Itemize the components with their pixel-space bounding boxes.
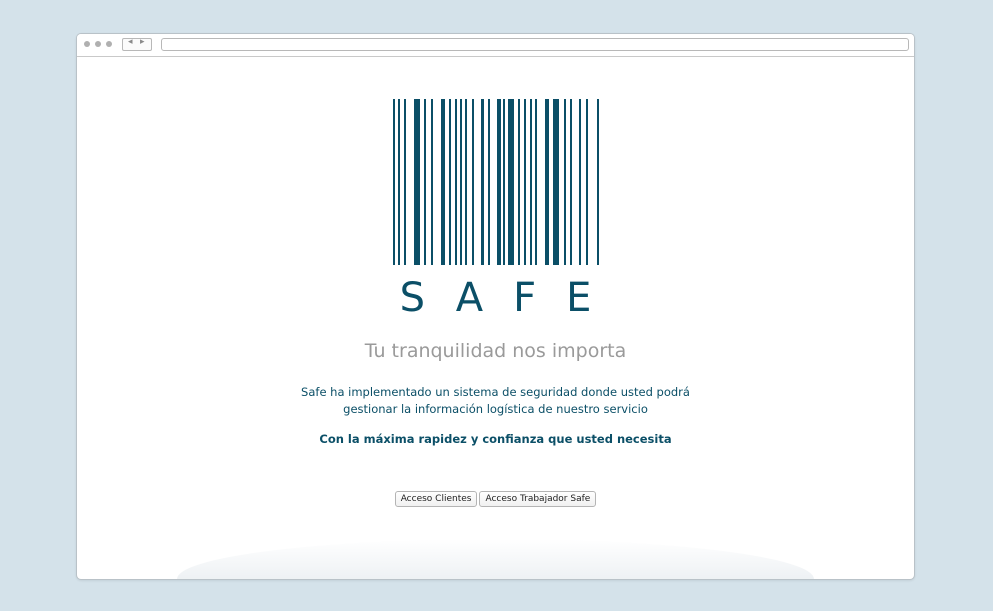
barcode-bar xyxy=(508,99,514,265)
barcode-bar xyxy=(414,99,420,265)
barcode-bar xyxy=(393,99,395,265)
barcode-bar xyxy=(441,99,445,265)
barcode-bar xyxy=(564,99,566,265)
barcode-bar xyxy=(424,99,426,265)
description: Safe ha implementado un sistema de segur… xyxy=(77,384,914,418)
worker-access-button[interactable]: Acceso Trabajador Safe xyxy=(479,491,597,507)
barcode-bar xyxy=(497,99,501,265)
window-close-dot[interactable] xyxy=(84,41,90,47)
address-bar[interactable] xyxy=(161,38,909,51)
access-buttons: Acceso Clientes Acceso Trabajador Safe xyxy=(77,491,914,507)
barcode-bar xyxy=(586,99,588,265)
barcode-logo-icon xyxy=(393,99,599,265)
barcode-bar xyxy=(460,99,462,265)
barcode-bar xyxy=(545,99,549,265)
chevron-left-icon[interactable]: ◂ xyxy=(128,37,133,47)
browser-window: ◂ ▸ SAFE Tu tranquilidad nos importa Saf… xyxy=(76,33,915,580)
page-content: SAFE Tu tranquilidad nos importa Safe ha… xyxy=(77,57,914,579)
barcode-bar xyxy=(518,99,520,265)
barcode-bar xyxy=(431,99,433,265)
barcode-bar xyxy=(570,99,572,265)
window-minimize-dot[interactable] xyxy=(95,41,101,47)
barcode-bar xyxy=(535,99,537,265)
brand-name: SAFE xyxy=(399,275,622,321)
barcode-bar xyxy=(398,99,400,265)
barcode-bar xyxy=(472,99,474,265)
navigation-buttons: ◂ ▸ xyxy=(122,37,152,51)
chevron-right-icon[interactable]: ▸ xyxy=(140,37,145,47)
window-zoom-dot[interactable] xyxy=(106,41,112,47)
tagline: Tu tranquilidad nos importa xyxy=(364,340,627,362)
barcode-bar xyxy=(449,99,451,265)
barcode-bar xyxy=(488,99,490,265)
barcode-bar xyxy=(404,99,406,265)
client-access-button[interactable]: Acceso Clientes xyxy=(394,491,478,507)
browser-toolbar: ◂ ▸ xyxy=(77,34,914,57)
highlight-text: Con la máxima rapidez y confianza que us… xyxy=(319,432,672,446)
barcode-bar xyxy=(503,99,505,265)
bottom-shadow xyxy=(177,539,814,579)
barcode-bar xyxy=(465,99,467,265)
barcode-bar xyxy=(530,99,532,265)
barcode-bar xyxy=(597,99,599,265)
barcode-bar xyxy=(455,99,457,265)
barcode-bar xyxy=(579,99,581,265)
description-line-2: gestionar la información logística de nu… xyxy=(343,402,648,416)
barcode-bar xyxy=(524,99,526,265)
description-line-1: Safe ha implementado un sistema de segur… xyxy=(301,385,690,399)
barcode-bar xyxy=(481,99,484,265)
barcode-bar xyxy=(553,99,559,265)
